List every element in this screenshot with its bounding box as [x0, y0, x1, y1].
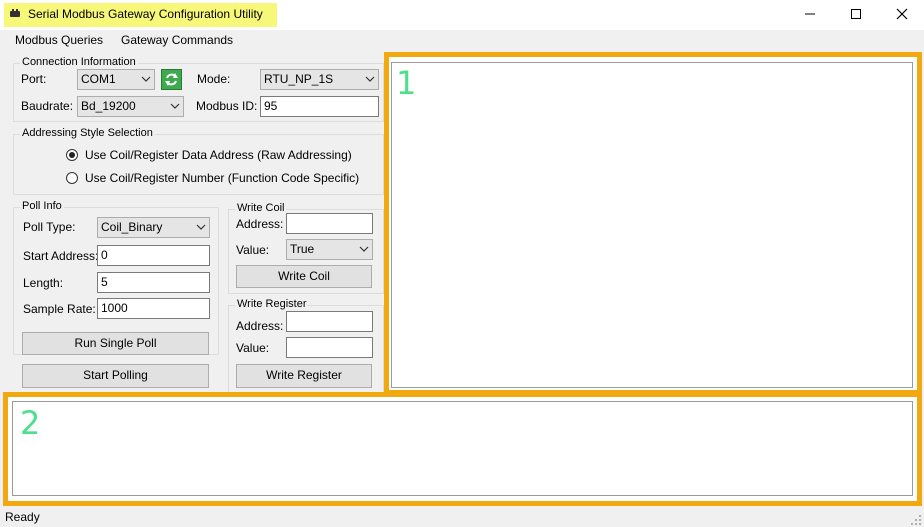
run-single-poll-button[interactable]: Run Single Poll	[22, 332, 209, 355]
port-value: COM1	[81, 72, 116, 86]
start-address-label: Start Address:	[23, 249, 99, 263]
minimize-icon	[805, 13, 815, 15]
output-panel-1[interactable]	[391, 62, 913, 388]
register-value-label: Value:	[236, 341, 270, 355]
serial-device-icon	[10, 9, 20, 17]
coil-value: True	[290, 242, 315, 256]
function-code-label[interactable]: Use Coil/Register Number (Function Code …	[85, 171, 359, 185]
mode-value: RTU_NP_1S	[264, 72, 334, 86]
chevron-down-icon	[170, 97, 180, 122]
write-register-legend: Write Register	[235, 298, 309, 310]
poll-type-label: Poll Type:	[23, 220, 76, 234]
minimize-button[interactable]	[787, 0, 833, 28]
coil-value-label: Value:	[236, 243, 270, 257]
panel-number-2: 2	[20, 404, 41, 442]
resize-grip-icon[interactable]	[910, 514, 922, 526]
menu-gateway-commands[interactable]: Gateway Commands	[121, 33, 233, 47]
baudrate-select[interactable]: Bd_19200	[77, 96, 184, 117]
register-address-input[interactable]	[286, 311, 373, 332]
coil-address-input[interactable]	[286, 213, 373, 234]
length-input[interactable]: 5	[97, 272, 210, 293]
poll-type-value: Coil_Binary	[101, 220, 163, 234]
length-label: Length:	[23, 276, 64, 290]
port-label: Port:	[21, 72, 47, 86]
raw-addressing-label[interactable]: Use Coil/Register Data Address (Raw Addr…	[85, 148, 352, 162]
sample-rate-label: Sample Rate:	[23, 302, 96, 316]
refresh-ports-button[interactable]	[161, 69, 182, 90]
refresh-icon	[165, 73, 178, 86]
write-coil-button[interactable]: Write Coil	[236, 265, 372, 288]
chevron-down-icon	[359, 240, 369, 265]
raw-addressing-radio[interactable]	[66, 149, 78, 161]
register-address-label: Address:	[236, 319, 284, 333]
poll-type-select[interactable]: Coil_Binary	[97, 217, 210, 238]
close-button[interactable]	[879, 0, 924, 28]
maximize-icon	[851, 9, 861, 19]
poll-info-legend: Poll Info	[20, 200, 64, 212]
function-code-radio[interactable]	[66, 172, 78, 184]
coil-value-select[interactable]: True	[286, 239, 373, 260]
addressing-groupbox: Addressing Style Selection	[13, 127, 384, 195]
chevron-down-icon	[141, 70, 151, 95]
sample-rate-input[interactable]: 1000	[97, 298, 210, 319]
baudrate-label: Baudrate:	[21, 99, 74, 113]
register-value-input[interactable]	[286, 337, 373, 358]
connection-legend: Connection Information	[20, 56, 138, 68]
baudrate-value: Bd_19200	[81, 99, 136, 113]
modbus-id-label: Modbus ID:	[196, 99, 258, 113]
close-icon	[896, 8, 908, 20]
start-address-input[interactable]: 0	[97, 245, 210, 266]
status-text: Ready	[5, 510, 40, 524]
start-polling-button[interactable]: Start Polling	[22, 364, 209, 388]
chevron-down-icon	[196, 218, 206, 243]
menu-modbus-queries[interactable]: Modbus Queries	[15, 33, 103, 47]
modbus-id-input[interactable]: 95	[260, 96, 379, 117]
maximize-button[interactable]	[833, 0, 879, 28]
chevron-down-icon	[365, 70, 375, 95]
coil-address-label: Address:	[236, 217, 284, 231]
port-select[interactable]: COM1	[77, 69, 155, 90]
radio-selected-dot	[69, 152, 75, 158]
addressing-legend: Addressing Style Selection	[20, 127, 155, 139]
mode-label: Mode:	[197, 72, 231, 86]
write-register-button[interactable]: Write Register	[236, 364, 372, 388]
panel-number-1: 1	[396, 64, 417, 102]
mode-select[interactable]: RTU_NP_1S	[260, 69, 379, 90]
window-title: Serial Modbus Gateway Configuration Util…	[28, 7, 263, 21]
output-panel-2[interactable]	[12, 401, 913, 496]
write-coil-legend: Write Coil	[235, 202, 287, 214]
